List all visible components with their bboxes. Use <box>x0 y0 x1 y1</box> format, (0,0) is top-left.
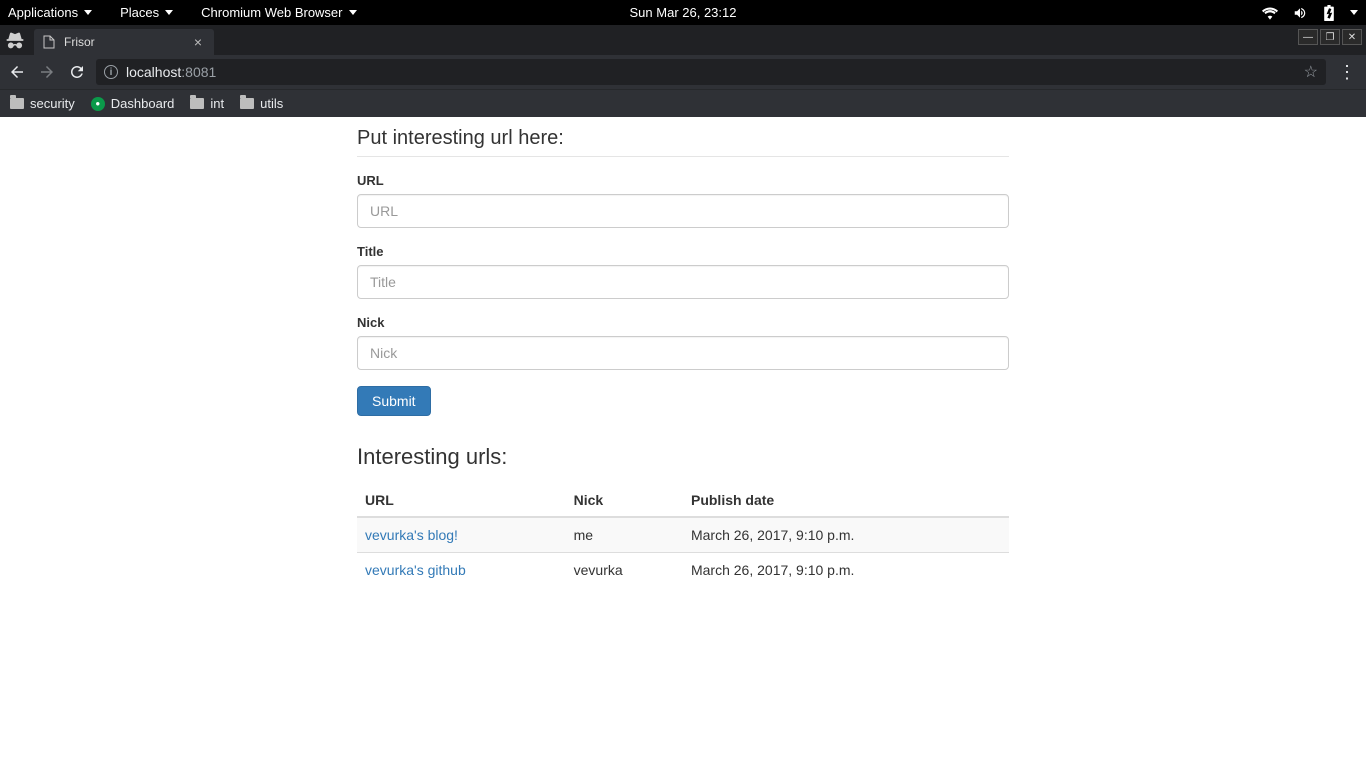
submit-button[interactable]: Submit <box>357 386 431 416</box>
bookmark-label: security <box>30 96 75 111</box>
urls-table: URL Nick Publish date vevurka's blog! me… <box>357 484 1009 587</box>
folder-icon <box>190 98 204 109</box>
battery-icon[interactable] <box>1322 5 1336 21</box>
col-publish: Publish date <box>683 484 1009 517</box>
bookmark-security[interactable]: security <box>10 96 75 111</box>
chevron-down-icon <box>349 10 357 15</box>
gnome-top-bar: Applications Places Chromium Web Browser… <box>0 0 1366 25</box>
list-heading: Interesting urls: <box>357 444 1009 470</box>
bookmark-dashboard[interactable]: ● Dashboard <box>91 96 175 111</box>
url-input[interactable] <box>357 194 1009 228</box>
menu-applications[interactable]: Applications <box>8 5 92 20</box>
site-info-icon[interactable]: i <box>104 65 118 79</box>
bookmarks-bar: security ● Dashboard int utils <box>0 89 1366 117</box>
nick-input[interactable] <box>357 336 1009 370</box>
reload-button[interactable] <box>66 61 88 83</box>
cell-publish: March 26, 2017, 9:10 p.m. <box>683 517 1009 553</box>
divider <box>357 156 1009 157</box>
browser-toolbar: i localhost:8081 ☆ ⋮ <box>0 55 1366 89</box>
tab-title: Frisor <box>64 35 190 49</box>
form-heading: Put interesting url here: <box>357 127 1009 150</box>
page-content: Put interesting url here: URL Title Nick… <box>0 117 1366 768</box>
close-icon[interactable]: × <box>190 34 206 50</box>
volume-icon[interactable] <box>1292 6 1308 20</box>
chevron-down-icon <box>84 10 92 15</box>
incognito-icon <box>0 25 30 55</box>
bookmark-int[interactable]: int <box>190 96 224 111</box>
title-input[interactable] <box>357 265 1009 299</box>
back-button[interactable] <box>6 61 28 83</box>
menu-places-label: Places <box>120 5 159 20</box>
menu-places[interactable]: Places <box>120 5 173 20</box>
table-row: vevurka's github vevurka March 26, 2017,… <box>357 553 1009 588</box>
wifi-icon[interactable] <box>1262 6 1278 20</box>
chevron-down-icon <box>165 10 173 15</box>
url-port: :8081 <box>181 64 216 80</box>
system-menu-chevron-icon[interactable] <box>1350 10 1358 15</box>
address-bar[interactable]: i localhost:8081 ☆ <box>96 59 1326 85</box>
clock[interactable]: Sun Mar 26, 23:12 <box>630 5 737 20</box>
col-url: URL <box>357 484 566 517</box>
table-row: vevurka's blog! me March 26, 2017, 9:10 … <box>357 517 1009 553</box>
col-nick: Nick <box>566 484 683 517</box>
maximize-button[interactable]: ❐ <box>1320 29 1340 45</box>
close-window-button[interactable]: ✕ <box>1342 29 1362 45</box>
cell-nick: vevurka <box>566 553 683 588</box>
url-link[interactable]: vevurka's github <box>365 562 466 578</box>
nick-label: Nick <box>357 315 1009 330</box>
clock-label: Sun Mar 26, 23:12 <box>630 5 737 20</box>
folder-icon <box>10 98 24 109</box>
bookmark-utils[interactable]: utils <box>240 96 283 111</box>
file-icon <box>42 34 56 50</box>
url-link[interactable]: vevurka's blog! <box>365 527 458 543</box>
browser-tab[interactable]: Frisor × <box>34 29 214 55</box>
title-label: Title <box>357 244 1009 259</box>
browser-menu-button[interactable]: ⋮ <box>1334 62 1360 83</box>
window-controls: — ❐ ✕ <box>1298 29 1362 45</box>
folder-icon <box>240 98 254 109</box>
bookmark-label: Dashboard <box>111 96 175 111</box>
url-text: localhost:8081 <box>126 64 216 80</box>
cell-publish: March 26, 2017, 9:10 p.m. <box>683 553 1009 588</box>
browser-tab-strip: Frisor × — ❐ ✕ <box>0 25 1366 55</box>
url-host: localhost <box>126 64 181 80</box>
menu-current-app[interactable]: Chromium Web Browser <box>201 5 356 20</box>
bookmark-star-icon[interactable]: ☆ <box>1304 62 1318 82</box>
menu-app-label: Chromium Web Browser <box>201 5 342 20</box>
bookmark-label: utils <box>260 96 283 111</box>
bookmark-label: int <box>210 96 224 111</box>
url-label: URL <box>357 173 1009 188</box>
menu-applications-label: Applications <box>8 5 78 20</box>
minimize-button[interactable]: — <box>1298 29 1318 45</box>
cell-nick: me <box>566 517 683 553</box>
dashboard-icon: ● <box>91 97 105 111</box>
forward-button[interactable] <box>36 61 58 83</box>
